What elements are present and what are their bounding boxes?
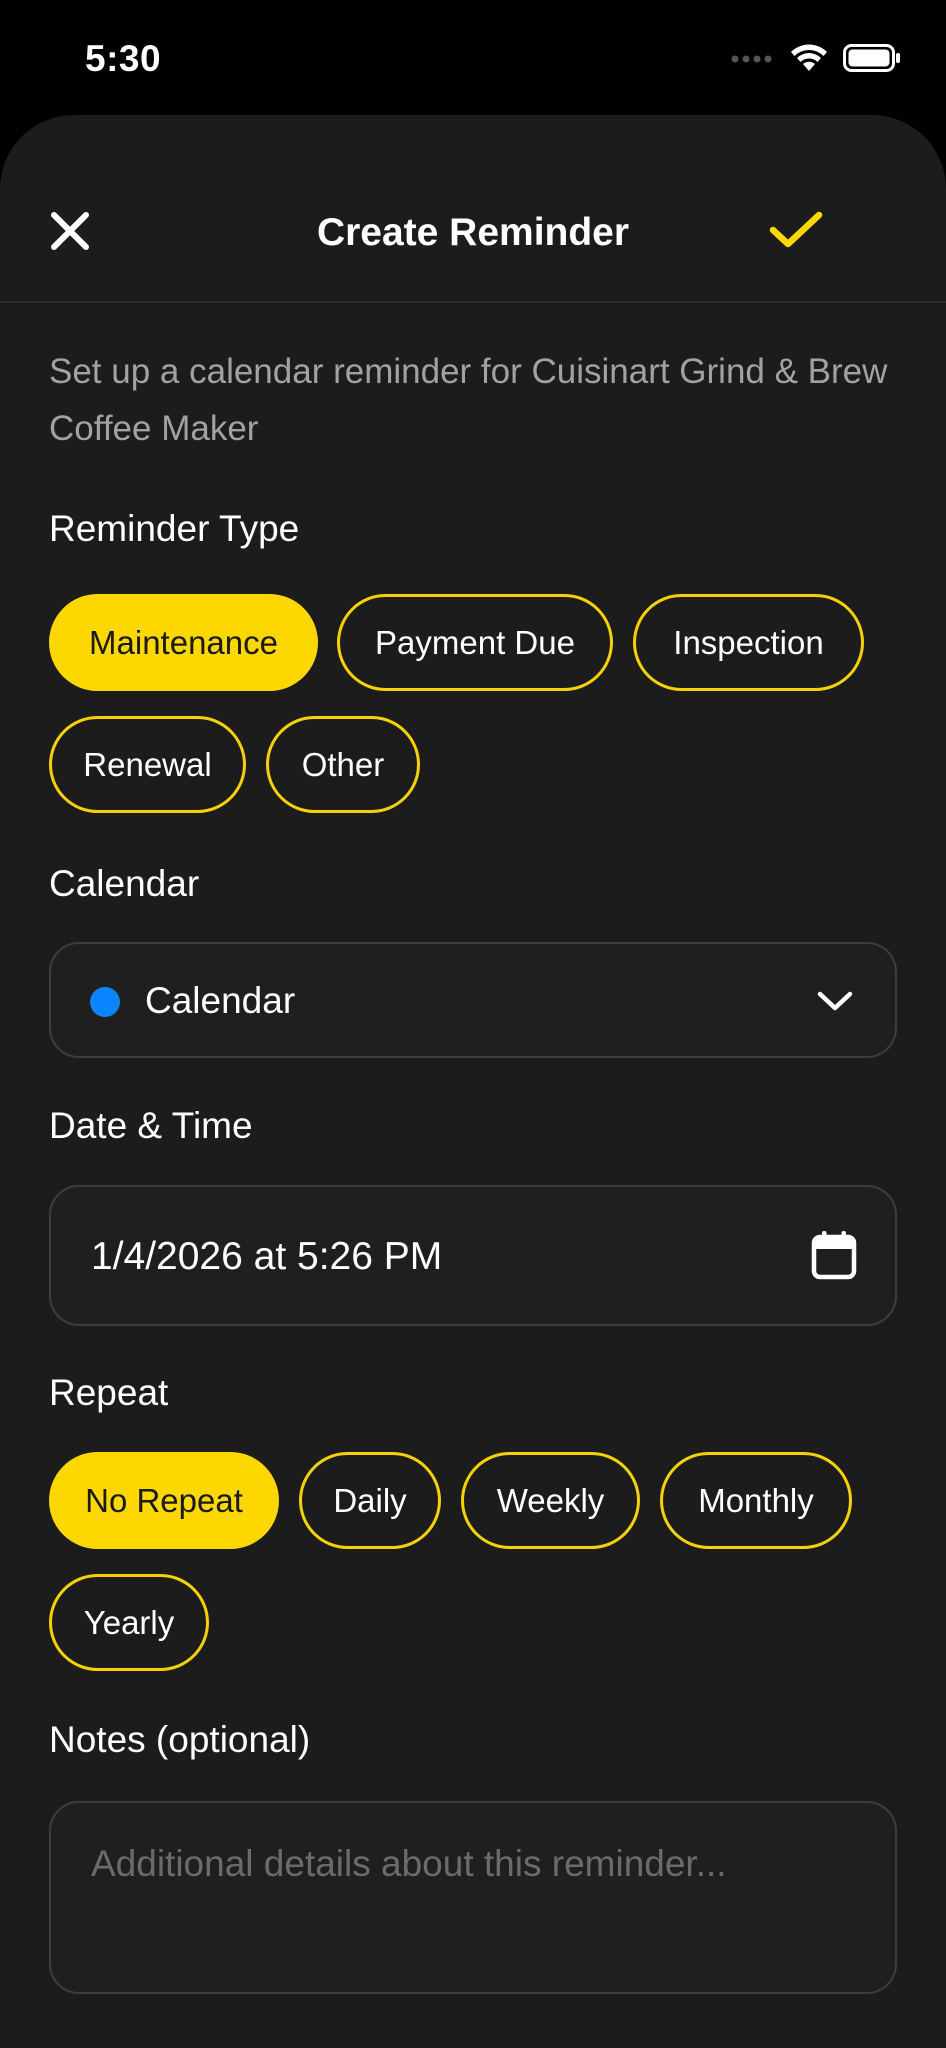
chip-yearly[interactable]: Yearly — [49, 1574, 209, 1671]
chip-weekly[interactable]: Weekly — [461, 1452, 640, 1549]
cellular-signal-icon — [731, 51, 775, 69]
calendar-label: Calendar — [49, 863, 200, 904]
chip-renewal[interactable]: Renewal — [49, 716, 246, 813]
chevron-down-icon — [815, 986, 855, 1016]
battery-icon — [843, 43, 901, 77]
date-time-label: Date & Time — [49, 1105, 253, 1146]
chip-other[interactable]: Other — [266, 716, 420, 813]
notes-label: Notes (optional) — [49, 1719, 311, 1760]
status-icons — [731, 43, 901, 78]
wifi-icon — [789, 43, 829, 78]
calendar-color-dot — [90, 987, 120, 1017]
confirm-button[interactable] — [766, 207, 826, 257]
navigation-bar: Create Reminder — [0, 115, 946, 303]
status-bar: 5:30 — [0, 0, 946, 115]
reminder-sheet: Create Reminder Set up a calendar remind… — [0, 115, 946, 2048]
date-time-value: 1/4/2026 at 5:26 PM — [91, 1235, 443, 1278]
chip-payment-due[interactable]: Payment Due — [337, 594, 613, 691]
chip-no-repeat[interactable]: No Repeat — [49, 1452, 279, 1549]
date-time-field[interactable]: 1/4/2026 at 5:26 PM — [49, 1185, 897, 1326]
calendar-selected-value: Calendar — [145, 980, 296, 1021]
reminder-description: Set up a calendar reminder for Cuisinart… — [49, 352, 888, 448]
chip-daily[interactable]: Daily — [299, 1452, 441, 1549]
calendar-select[interactable]: Calendar — [49, 942, 897, 1058]
chip-monthly[interactable]: Monthly — [660, 1452, 852, 1549]
repeat-label: Repeat — [49, 1372, 169, 1413]
status-time: 5:30 — [85, 38, 162, 79]
chip-inspection[interactable]: Inspection — [633, 594, 864, 691]
notes-input[interactable] — [49, 1801, 897, 1994]
checkmark-icon — [768, 210, 824, 255]
reminder-type-label: Reminder Type — [49, 508, 300, 549]
calendar-icon — [811, 1230, 857, 1280]
chip-maintenance[interactable]: Maintenance — [49, 594, 318, 691]
